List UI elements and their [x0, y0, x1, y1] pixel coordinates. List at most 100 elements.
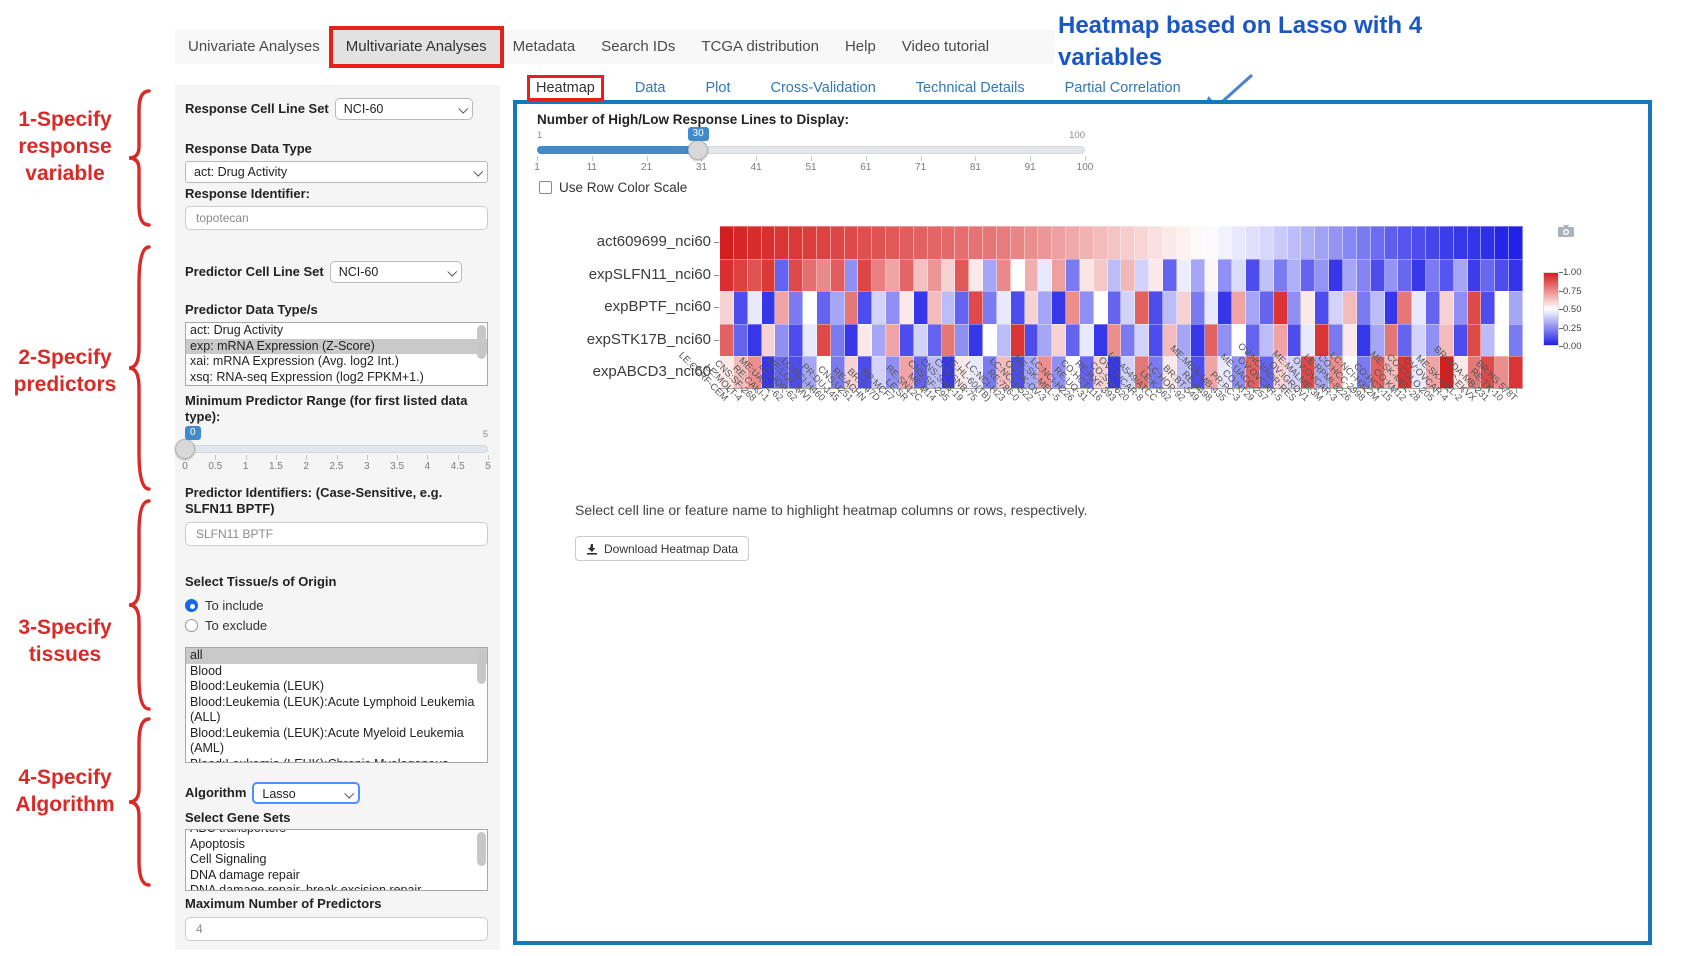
heatmap-cell[interactable]	[748, 259, 762, 292]
heatmap-cell[interactable]	[1205, 259, 1219, 292]
heatmap-cell[interactable]	[1343, 291, 1357, 324]
heatmap-cell[interactable]	[1371, 259, 1385, 292]
heatmap-cell[interactable]	[900, 291, 914, 324]
heatmap-cell[interactable]	[1398, 291, 1412, 324]
heatmap-cell[interactable]	[1398, 226, 1412, 259]
heatmap-cell[interactable]	[734, 259, 748, 292]
min-predictor-range-slider[interactable]: 00.511.522.533.544.5550	[185, 427, 488, 473]
heatmap-cell[interactable]	[1260, 226, 1274, 259]
heatmap-cell[interactable]	[1440, 226, 1454, 259]
heatmap-cell[interactable]	[1260, 324, 1274, 357]
heatmap-cell[interactable]	[1426, 226, 1440, 259]
heatmap-cell[interactable]	[803, 226, 817, 259]
heatmap-cell[interactable]	[997, 259, 1011, 292]
heatmap-cell[interactable]	[1315, 226, 1329, 259]
heatmap-cell[interactable]	[914, 291, 928, 324]
heatmap-cell[interactable]	[1177, 291, 1191, 324]
heatmap-cell[interactable]	[1274, 259, 1288, 292]
heatmap-cell[interactable]	[1288, 291, 1302, 324]
heatmap-cell[interactable]	[1509, 291, 1523, 324]
heatmap-cell[interactable]	[1274, 291, 1288, 324]
heatmap-cell[interactable]	[1066, 291, 1080, 324]
list-option[interactable]: Blood:Leukemia (LEUK):Acute Myeloid Leuk…	[186, 726, 487, 757]
heatmap-cell[interactable]	[969, 226, 983, 259]
heatmap-cell[interactable]	[1094, 259, 1108, 292]
heatmap-cell[interactable]	[886, 259, 900, 292]
heatmap-cell[interactable]	[1177, 259, 1191, 292]
tab-partial-correlation[interactable]: Partial Correlation	[1059, 78, 1187, 98]
heatmap-cell[interactable]	[955, 259, 969, 292]
heatmap-cell[interactable]	[928, 291, 942, 324]
heatmap-cell[interactable]	[1301, 291, 1315, 324]
heatmap-cell[interactable]	[1191, 226, 1205, 259]
heatmap-cell[interactable]	[942, 259, 956, 292]
nav-tab-help[interactable]: Help	[832, 30, 889, 64]
heatmap-row-label[interactable]: expABCD3_nci60	[519, 363, 711, 380]
heatmap-cell[interactable]	[942, 324, 956, 357]
heatmap-cell[interactable]	[1052, 324, 1066, 357]
heatmap-cell[interactable]	[831, 324, 845, 357]
heatmap-cell[interactable]	[1343, 324, 1357, 357]
list-option[interactable]: Blood	[186, 664, 487, 680]
heatmap-cell[interactable]	[1066, 259, 1080, 292]
heatmap-cell[interactable]	[997, 291, 1011, 324]
heatmap-cell[interactable]	[1191, 259, 1205, 292]
tab-data[interactable]: Data	[629, 78, 672, 98]
heatmap-cell[interactable]	[762, 291, 776, 324]
heatmap-cell[interactable]	[789, 324, 803, 357]
heatmap-cell[interactable]	[1426, 259, 1440, 292]
heatmap-cell[interactable]	[1052, 291, 1066, 324]
heatmap-cell[interactable]	[1329, 291, 1343, 324]
heatmap-cell[interactable]	[1080, 324, 1094, 357]
heatmap-cell[interactable]	[1108, 259, 1122, 292]
heatmap-row-label[interactable]: expBPTF_nci60	[519, 298, 711, 315]
heatmap-cell[interactable]	[1218, 291, 1232, 324]
heatmap-cell[interactable]	[1191, 324, 1205, 357]
predictor-data-types-listbox[interactable]: act: Drug Activityexp: mRNA Expression (…	[185, 322, 488, 386]
predictor-identifiers-input[interactable]: SLFN11 BPTF	[185, 522, 488, 546]
heatmap-cell[interactable]	[1025, 259, 1039, 292]
heatmap-cell[interactable]	[1038, 259, 1052, 292]
heatmap-cell[interactable]	[1205, 291, 1219, 324]
heatmap-cell[interactable]	[831, 226, 845, 259]
heatmap-cell[interactable]	[1509, 324, 1523, 357]
list-option[interactable]: xai: mRNA Expression (Avg. log2 Int.)	[186, 354, 487, 370]
heatmap-cell[interactable]	[1343, 259, 1357, 292]
heatmap-cell[interactable]	[720, 291, 734, 324]
heatmap-cell[interactable]	[762, 324, 776, 357]
heatmap-cell[interactable]	[1495, 291, 1509, 324]
heatmap-cell[interactable]	[748, 291, 762, 324]
gene-sets-listbox[interactable]: ABC transportersApoptosisCell SignalingD…	[185, 829, 488, 891]
heatmap-cell[interactable]	[1177, 226, 1191, 259]
tab-cross-validation[interactable]: Cross-Validation	[764, 78, 881, 98]
heatmap-cell[interactable]	[1509, 356, 1523, 389]
heatmap-cell[interactable]	[997, 324, 1011, 357]
algorithm-select[interactable]: Lasso	[252, 782, 360, 804]
heatmap-cell[interactable]	[1066, 324, 1080, 357]
heatmap-cell[interactable]	[1038, 324, 1052, 357]
heatmap-cell[interactable]	[1343, 226, 1357, 259]
heatmap-cell[interactable]	[1468, 291, 1482, 324]
nav-tab-metadata[interactable]: Metadata	[500, 30, 589, 64]
heatmap-row-label[interactable]: act609699_nci60	[519, 233, 711, 250]
heatmap-cell[interactable]	[1246, 291, 1260, 324]
heatmap-cell[interactable]	[928, 259, 942, 292]
heatmap-cell[interactable]	[1025, 226, 1039, 259]
heatmap-cell[interactable]	[1315, 324, 1329, 357]
heatmap-cell[interactable]	[914, 324, 928, 357]
tissue-listbox[interactable]: allBloodBlood:Leukemia (LEUK)Blood:Leuke…	[185, 647, 488, 763]
heatmap-row-label[interactable]: expSTK17B_nci60	[519, 331, 711, 348]
heatmap-cell[interactable]	[1454, 259, 1468, 292]
heatmap-cell[interactable]	[1468, 226, 1482, 259]
heatmap-cell[interactable]	[900, 259, 914, 292]
heatmap-cell[interactable]	[1080, 226, 1094, 259]
heatmap-cell[interactable]	[817, 291, 831, 324]
heatmap-cell[interactable]	[1509, 226, 1523, 259]
slider-handle[interactable]	[175, 439, 195, 459]
heatmap-cell[interactable]	[720, 226, 734, 259]
heatmap-cell[interactable]	[1288, 324, 1302, 357]
heatmap-cell[interactable]	[1135, 291, 1149, 324]
heatmap-cell[interactable]	[1108, 226, 1122, 259]
heatmap-cell[interactable]	[775, 259, 789, 292]
list-option[interactable]: DNA damage repair, break excision repair	[186, 883, 487, 891]
